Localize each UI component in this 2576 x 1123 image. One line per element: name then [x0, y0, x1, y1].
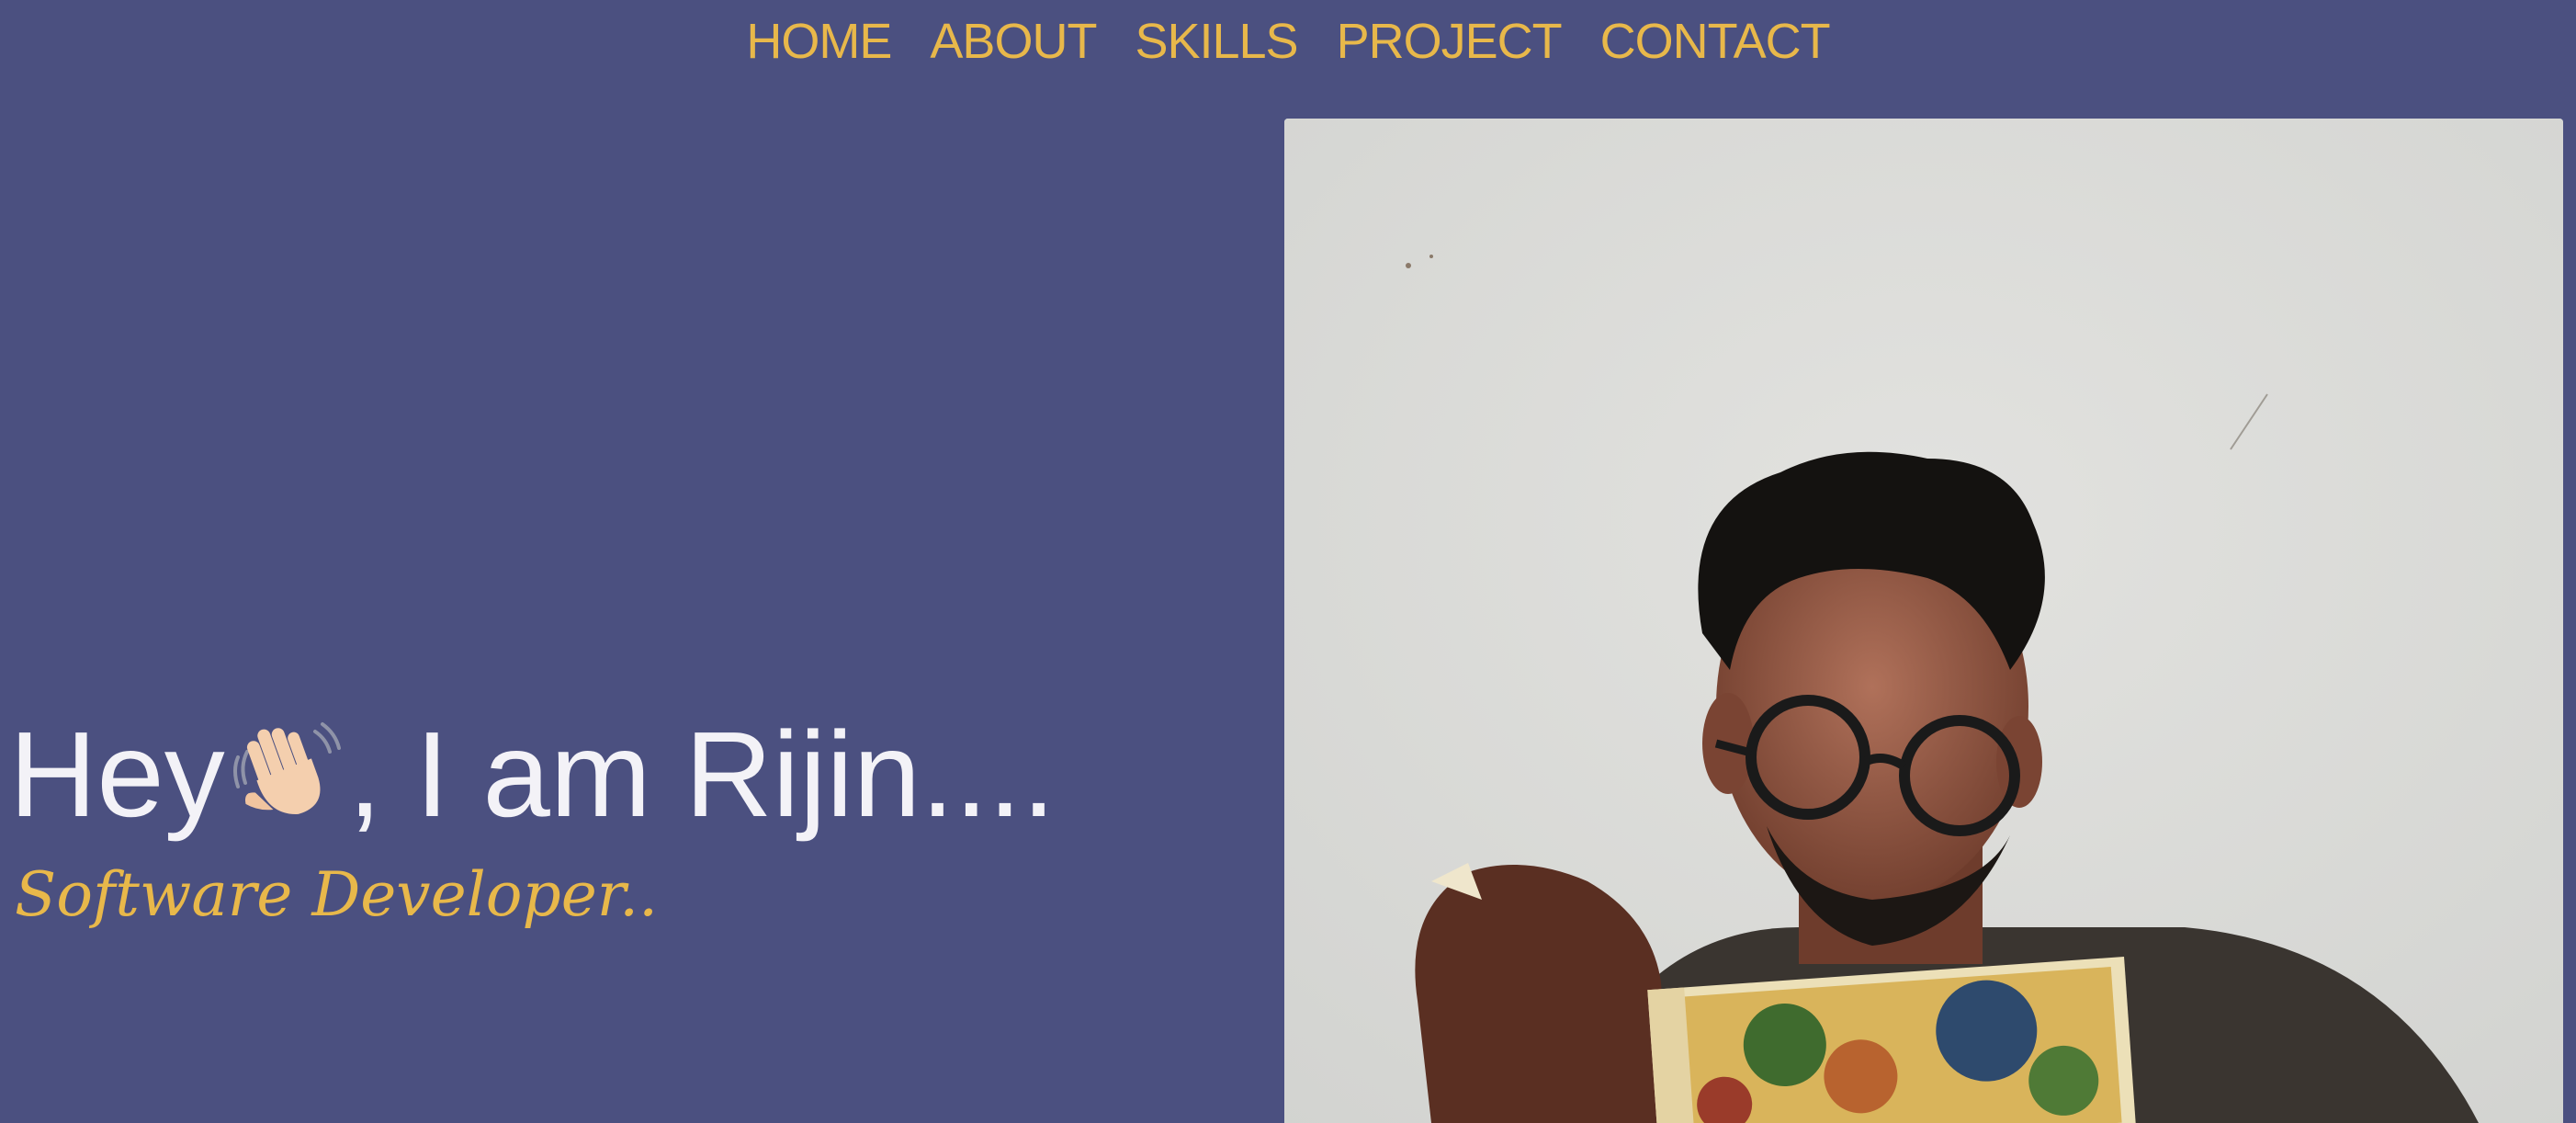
- top-navigation: HOME ABOUT SKILLS PROJECT CONTACT: [0, 0, 2576, 83]
- nav-about-link[interactable]: ABOUT: [930, 17, 1097, 66]
- portfolio-page: HOME ABOUT SKILLS PROJECT CONTACT Hey , …: [0, 0, 2576, 1123]
- nav-home-link[interactable]: HOME: [746, 17, 892, 66]
- hero-subtitle: Software Developer..: [15, 859, 659, 931]
- hero-greeting: Hey , I am Rijin....: [9, 708, 1056, 841]
- greeting-prefix: Hey: [9, 707, 225, 842]
- nav-skills-link[interactable]: SKILLS: [1135, 17, 1298, 66]
- waving-hand-icon: [227, 715, 346, 834]
- profile-photo: [1284, 119, 2563, 1123]
- nav-contact-link[interactable]: CONTACT: [1600, 17, 1831, 66]
- greeting-suffix: , I am Rijin....: [347, 707, 1056, 842]
- hero-section: Hey , I am Rijin.... Software Developer.…: [9, 708, 1056, 930]
- nav-project-link[interactable]: PROJECT: [1337, 17, 1563, 66]
